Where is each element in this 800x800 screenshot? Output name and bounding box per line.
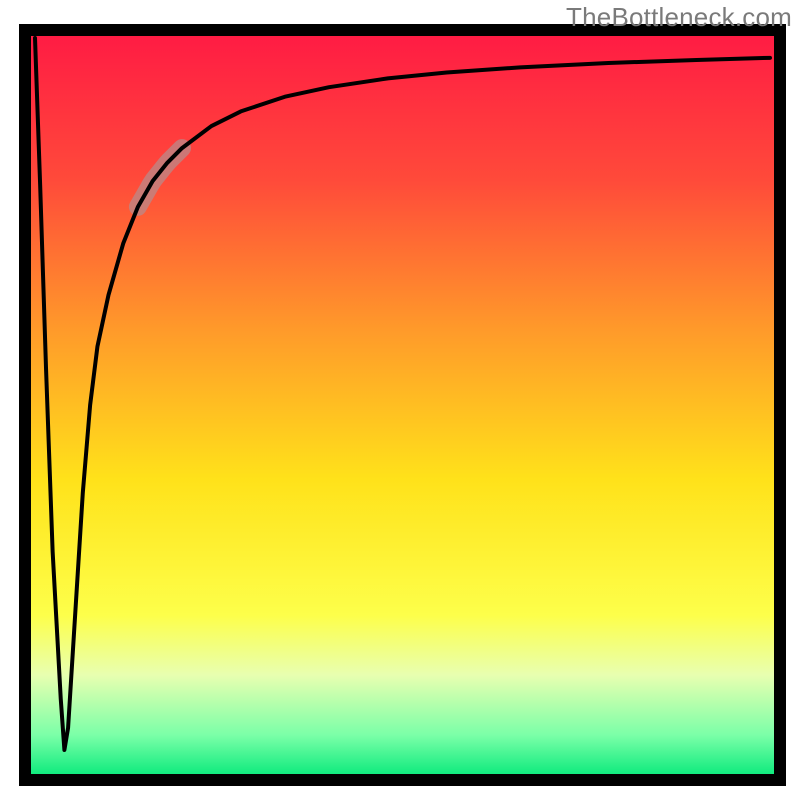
bottleneck-chart xyxy=(0,0,800,800)
watermark-text: TheBottleneck.com xyxy=(566,2,792,33)
plot-background xyxy=(25,30,780,780)
chart-root: TheBottleneck.com xyxy=(0,0,800,800)
